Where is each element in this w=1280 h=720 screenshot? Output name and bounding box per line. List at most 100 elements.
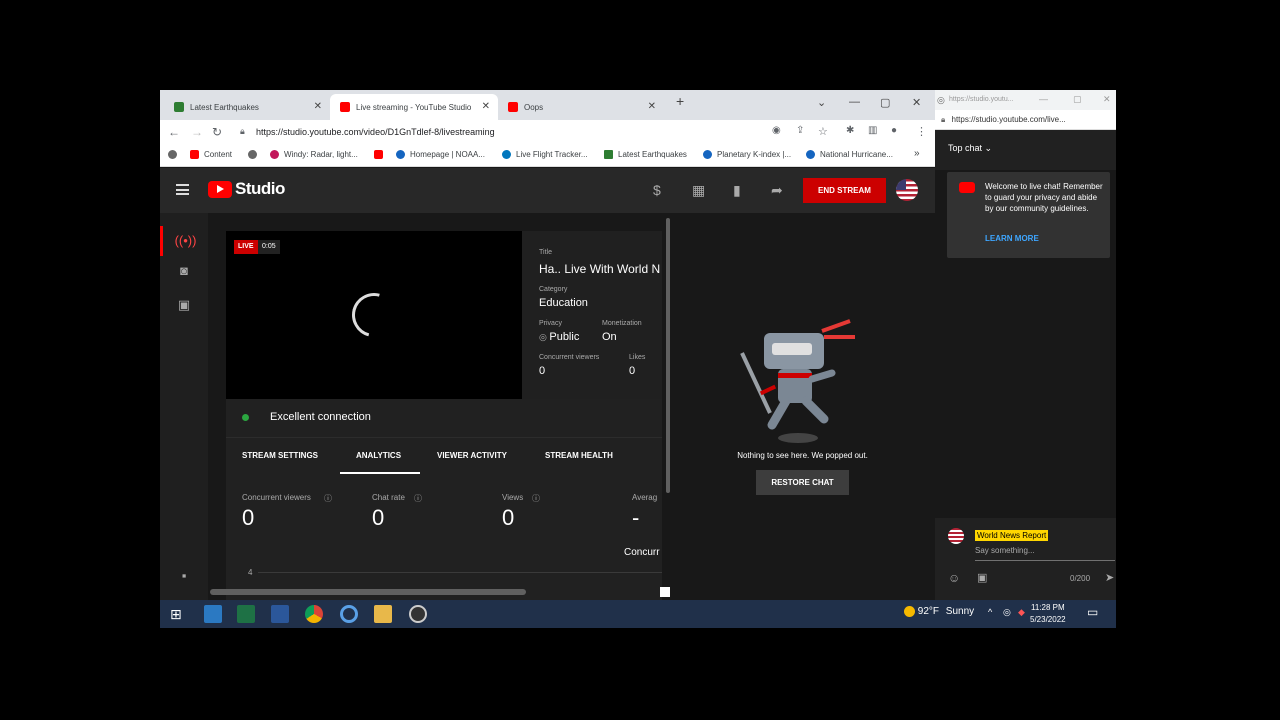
info-icon[interactable]: ⓘ	[414, 493, 422, 504]
tab-viewer-activity[interactable]: VIEWER ACTIVITY	[437, 451, 507, 460]
chart-axis-tick: 4	[248, 568, 253, 577]
side-panel-icon[interactable]: ▥	[868, 125, 877, 136]
youtube-logo-icon[interactable]	[208, 181, 232, 198]
bookmark-flight-tracker[interactable]: Live Flight Tracker...	[502, 150, 588, 159]
bookmark-hurricane[interactable]: National Hurricane...	[806, 150, 893, 159]
youtube-bookmark-icon[interactable]	[374, 150, 388, 159]
globe-icon[interactable]	[168, 150, 182, 159]
close-icon[interactable]: ✕	[482, 101, 490, 112]
learn-more-link[interactable]: LEARN MORE	[985, 234, 1039, 243]
tab-oops[interactable]: Oops ✕	[498, 94, 664, 120]
sun-icon	[904, 606, 915, 617]
lock-icon[interactable]: 🔒︎	[240, 126, 245, 137]
more-bookmarks-icon[interactable]: »	[914, 148, 920, 159]
minimize-icon[interactable]: —	[849, 96, 860, 108]
studio-brand: Studio	[235, 179, 285, 198]
avatar[interactable]	[896, 179, 918, 201]
chevron-up-icon[interactable]: ^	[988, 607, 992, 617]
menu-icon[interactable]: ⋮	[916, 125, 927, 138]
tray-shield-icon[interactable]: ◆	[1018, 607, 1025, 618]
monetization-label: Monetization	[602, 320, 642, 327]
welcome-message: Welcome to live chat! Remember to guard …	[947, 172, 1110, 258]
horizontal-scrollbar[interactable]	[210, 589, 526, 595]
chat-input[interactable]: Say something...	[975, 546, 1035, 555]
calendar-icon[interactable]: ▣	[160, 290, 208, 320]
mail-icon[interactable]	[204, 605, 222, 623]
bookmark-windy[interactable]: Windy: Radar, light...	[270, 150, 358, 159]
bookmark-earthquakes[interactable]: Latest Earthquakes	[604, 150, 687, 159]
tab-stream-settings[interactable]: STREAM SETTINGS	[242, 451, 318, 460]
live-broadcast-icon[interactable]: ((•))	[160, 226, 208, 256]
profile-icon[interactable]: ●	[891, 125, 897, 136]
close-icon[interactable]: ✕	[314, 101, 322, 112]
ninja-illustration-icon	[740, 319, 855, 443]
bookmark-noaa[interactable]: Homepage | NOAA...	[396, 150, 485, 159]
bookmark-k-index[interactable]: Planetary K-index |...	[703, 150, 791, 159]
extensions-icon[interactable]: ✱	[846, 125, 854, 136]
end-stream-button[interactable]: END STREAM	[803, 178, 886, 203]
file-explorer-icon[interactable]	[374, 605, 392, 623]
tab-live-streaming[interactable]: Live streaming - YouTube Studio ✕	[330, 94, 498, 120]
top-chat-dropdown[interactable]: Top chat ⌄	[948, 143, 992, 154]
chrome-icon[interactable]	[305, 605, 323, 623]
tab-title: Live streaming - YouTube Studio	[356, 102, 472, 112]
tray-app-icon[interactable]: ◎	[1003, 607, 1011, 618]
weather-widget[interactable]: 92°F Sunny	[904, 606, 974, 617]
youtube-favicon-icon	[340, 102, 350, 112]
address-bar[interactable]: https://studio.youtube.com/video/D1GnTdl…	[246, 124, 776, 141]
windows-start-icon[interactable]: ⊞	[170, 606, 182, 623]
obs-icon[interactable]	[409, 605, 427, 623]
globe-icon[interactable]	[248, 150, 262, 159]
new-tab-icon[interactable]: +	[676, 93, 684, 109]
usgs-favicon-icon	[604, 150, 613, 159]
info-icon[interactable]: ⓘ	[324, 493, 332, 504]
feedback-icon[interactable]: ▪	[160, 561, 208, 591]
bookmark-content[interactable]: Content	[190, 150, 232, 159]
stream-panel: LIVE 0:05 Title Ha.. Live With World N C…	[208, 213, 670, 600]
stream-preview[interactable]: LIVE 0:05	[226, 231, 522, 399]
poll-icon[interactable]: ▣	[977, 571, 987, 584]
tab-latest-earthquakes[interactable]: Latest Earthquakes ✕	[164, 94, 330, 120]
system-clock[interactable]: 11:28 PM 5/23/2022	[1030, 602, 1066, 626]
monetization-icon[interactable]: $	[653, 182, 661, 198]
stream-info: Title Ha.. Live With World N Category Ed…	[522, 231, 662, 399]
forward-icon[interactable]: →	[191, 125, 203, 139]
info-icon[interactable]: ⓘ	[532, 493, 540, 504]
emoji-icon[interactable]: ☺	[948, 571, 960, 585]
back-icon[interactable]: ←	[168, 125, 180, 139]
close-icon[interactable]: ✕	[648, 101, 656, 112]
chat-input-underline	[975, 560, 1115, 561]
hamburger-menu-icon[interactable]	[176, 184, 189, 195]
bookmark-icon[interactable]: ▮	[733, 182, 741, 199]
metric-sublabel: Concurr	[624, 547, 660, 558]
star-icon[interactable]: ☆	[818, 125, 828, 138]
tab-analytics[interactable]: ANALYTICS	[356, 451, 401, 460]
minimize-icon[interactable]: —	[1039, 94, 1048, 104]
eye-off-icon[interactable]: ◉	[772, 125, 781, 136]
notifications-icon[interactable]: ▭	[1087, 605, 1098, 619]
restore-chat-button[interactable]: RESTORE CHAT	[756, 470, 849, 495]
close-window-icon[interactable]: ✕	[1103, 94, 1111, 105]
live-elapsed-time: 0:05	[258, 240, 280, 254]
clock-time: 11:28 PM	[1030, 603, 1065, 612]
maximize-icon[interactable]: ▢	[880, 96, 890, 109]
share-icon[interactable]: ⇪	[796, 125, 804, 136]
tab-stream-health[interactable]: STREAM HEALTH	[545, 451, 613, 460]
chat-address-bar[interactable]: 🔒︎ https://studio.youtube.com/live...	[935, 110, 1116, 130]
close-window-icon[interactable]: ✕	[912, 96, 921, 109]
excel-icon[interactable]	[237, 605, 255, 623]
clapperboard-icon[interactable]: ▦	[692, 182, 705, 199]
word-icon[interactable]	[271, 605, 289, 623]
tab-search-icon[interactable]: ⌄	[817, 96, 826, 109]
reload-icon[interactable]: ↻	[212, 125, 222, 139]
maximize-icon[interactable]: ▢	[1073, 94, 1082, 105]
plane-icon	[502, 150, 511, 159]
cortana-icon[interactable]	[340, 605, 358, 623]
send-icon[interactable]: ➤	[1105, 571, 1114, 584]
browser-window: Latest Earthquakes ✕ Live streaming - Yo…	[160, 90, 935, 600]
connection-text: Excellent connection	[270, 411, 371, 423]
share-arrow-icon[interactable]: ➦	[771, 182, 783, 199]
chat-window-title: https://studio.youtu...	[949, 96, 1014, 103]
metric-value: 0	[502, 505, 515, 530]
camera-icon[interactable]: ◙	[160, 256, 208, 286]
